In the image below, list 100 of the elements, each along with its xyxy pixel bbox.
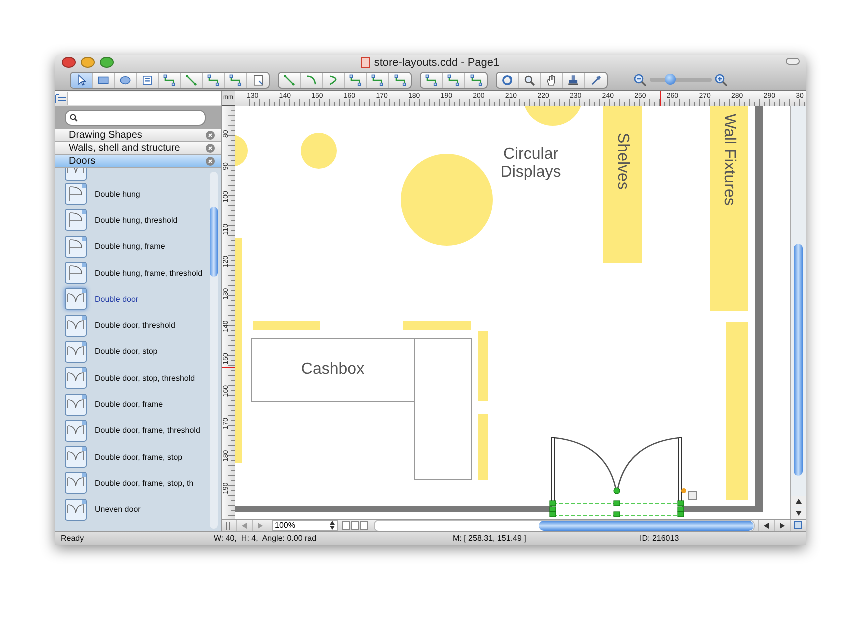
connector-icon xyxy=(207,74,220,86)
page-icon xyxy=(794,521,803,530)
shape-list-item[interactable]: Double door, stop, threshold xyxy=(55,365,210,392)
shape-list-item[interactable]: Double door, frame, stop, th xyxy=(55,470,210,497)
mouse-position-readout: M: [ 258.31, 151.49 ] xyxy=(453,534,526,543)
status-text: Ready xyxy=(61,534,84,543)
ellipse-icon xyxy=(119,74,132,86)
hand-icon xyxy=(545,74,558,86)
shape-list-item[interactable]: Double door, threshold xyxy=(55,312,210,339)
toolbar-toggle-button[interactable] xyxy=(786,58,800,65)
left-arrow-icon xyxy=(764,522,769,528)
display-strip xyxy=(403,321,471,330)
scroll-up-button[interactable] xyxy=(791,496,806,507)
shape-list-item[interactable]: Double hung xyxy=(55,181,210,208)
connector-icon xyxy=(229,74,242,86)
scroll-down-button[interactable] xyxy=(791,508,806,519)
door-thumbnail-icon xyxy=(65,183,87,206)
shape-list-item[interactable]: Double door xyxy=(55,286,210,312)
zoom-icon xyxy=(523,74,536,86)
slider-thumb[interactable] xyxy=(664,74,676,85)
shape-list-item[interactable]: Double door, frame, stop xyxy=(55,444,210,470)
zoom-in-icon[interactable] xyxy=(715,74,728,86)
left-arrow-icon xyxy=(242,522,247,528)
textbox-icon xyxy=(141,74,154,86)
display-strip xyxy=(478,414,488,480)
door-thumbnail-icon xyxy=(65,394,87,416)
door-thumbnail-icon xyxy=(65,236,87,258)
shape-action-button[interactable] xyxy=(688,491,697,500)
document-icon xyxy=(361,57,370,68)
scrollbar[interactable] xyxy=(790,106,806,519)
door-thumbnail-icon xyxy=(65,340,87,363)
stepper-icon[interactable] xyxy=(330,521,335,530)
area-label: Wall Fixtures xyxy=(720,114,738,208)
zoom-field[interactable]: 100% xyxy=(272,520,338,531)
round-display xyxy=(301,133,337,169)
down-arrow-icon xyxy=(796,511,802,516)
eyedropper-icon xyxy=(590,74,602,86)
library-field[interactable] xyxy=(67,92,221,105)
line-icon xyxy=(185,74,198,86)
list-icon xyxy=(55,94,67,104)
size-readout: W: 40, H: 4, Angle: 0.00 rad xyxy=(214,534,317,543)
scroll-thumb[interactable] xyxy=(794,244,803,476)
zoom-button[interactable] xyxy=(100,57,114,68)
minimize-button[interactable] xyxy=(81,57,95,68)
scrollbar[interactable] xyxy=(374,520,755,532)
library-tab[interactable]: Walls, shell and structure xyxy=(55,142,221,155)
door-thumbnail-icon xyxy=(65,472,87,494)
shape-id-readout: ID: 216013 xyxy=(640,534,680,543)
door-thumbnail-icon xyxy=(65,446,87,468)
door-thumbnail-icon xyxy=(65,367,87,390)
door-thumbnail-icon xyxy=(65,420,87,442)
pointer-tool-button[interactable] xyxy=(71,72,93,88)
connector-icon xyxy=(425,74,438,86)
close-button[interactable] xyxy=(62,57,76,68)
line-icon xyxy=(283,74,296,86)
zoom-out-icon[interactable] xyxy=(634,74,647,86)
connector-icon xyxy=(394,74,406,86)
close-icon[interactable] xyxy=(206,156,215,166)
display-strip xyxy=(478,331,488,401)
scrollbar[interactable] xyxy=(210,172,218,529)
connector-icon xyxy=(349,74,362,86)
area-label: Shelves xyxy=(614,133,632,192)
shape-list-item[interactable]: Uneven door xyxy=(55,496,210,523)
window-title: store-layouts.cdd - Page1 xyxy=(374,56,500,68)
right-arrow-icon xyxy=(258,522,263,528)
shape-list-item[interactable]: Double hung, frame, threshold xyxy=(55,260,210,286)
door-thumbnail-icon xyxy=(65,498,87,521)
arc-icon xyxy=(305,74,318,86)
connector-icon xyxy=(163,74,176,86)
rotate-icon xyxy=(501,74,514,86)
area-label: Circular Displays xyxy=(500,146,562,182)
scroll-thumb[interactable] xyxy=(539,520,754,530)
up-arrow-icon xyxy=(796,499,802,504)
shape-list-item[interactable]: Double door, stop xyxy=(55,338,210,366)
scroll-thumb[interactable] xyxy=(210,207,218,277)
grip-icon[interactable] xyxy=(225,522,233,530)
door-thumbnail-icon xyxy=(65,288,87,310)
area-label: Cashbox xyxy=(301,361,365,379)
close-icon[interactable] xyxy=(206,144,215,152)
shape-list-item[interactable]: Double hung, frame xyxy=(55,234,210,260)
door-thumbnail-icon xyxy=(65,262,87,284)
drawing-canvas[interactable]: Circular Displays Shelves Wall Fixtures Cashbox xyxy=(235,106,790,519)
close-icon[interactable] xyxy=(206,130,215,140)
search-icon xyxy=(70,114,78,122)
shape-list-item[interactable]: Double door, frame xyxy=(55,391,210,418)
shape-list-item[interactable]: Double door, frame, threshold xyxy=(55,418,210,444)
library-tab[interactable]: Doors xyxy=(55,155,221,168)
search-field[interactable] xyxy=(65,110,206,126)
page-icon xyxy=(252,74,264,86)
stamp-icon xyxy=(567,74,580,86)
door-thumbnail-icon xyxy=(65,314,87,337)
library-tab[interactable]: Drawing Shapes xyxy=(55,129,221,142)
right-arrow-icon xyxy=(780,522,785,528)
display-strip xyxy=(253,321,320,330)
connector-icon xyxy=(447,74,460,86)
connector-icon xyxy=(470,74,482,86)
list-view-button[interactable] xyxy=(55,92,67,106)
shape-list-item[interactable]: Double hung, threshold xyxy=(55,207,210,234)
connector-icon xyxy=(371,74,384,86)
door-thumbnail-icon xyxy=(65,209,87,232)
